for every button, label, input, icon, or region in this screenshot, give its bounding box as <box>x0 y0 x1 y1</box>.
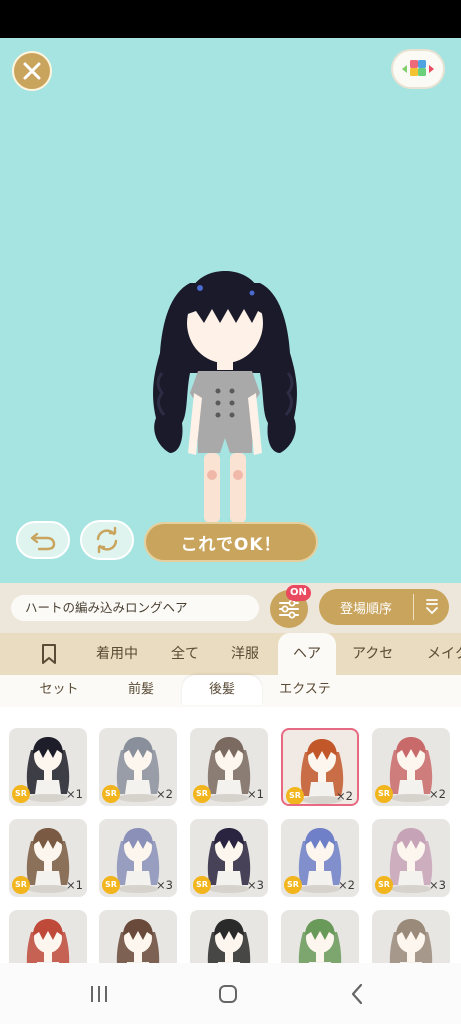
hair-item-card[interactable]: SR ×2 <box>281 819 359 897</box>
owned-count: ×2 <box>429 787 446 801</box>
close-button[interactable] <box>12 51 52 91</box>
rarity-badge: SR <box>286 787 304 804</box>
hair-item-card[interactable]: SR ×3 <box>372 819 450 897</box>
back-button[interactable] <box>343 981 371 1007</box>
owned-count: ×3 <box>156 878 173 892</box>
undo-icon <box>30 532 56 551</box>
refresh-icon <box>96 526 118 554</box>
subtab-back-hair[interactable]: 後髪 <box>182 675 262 705</box>
rarity-badge: SR <box>375 876 393 894</box>
undo-button[interactable] <box>16 521 70 559</box>
hair-preview-image <box>26 919 70 963</box>
owned-count: ×2 <box>336 789 353 803</box>
back-icon <box>351 983 363 1005</box>
hair-item-card[interactable]: SR ×1 <box>9 728 87 806</box>
sliders-icon <box>279 599 299 619</box>
avatar-figure[interactable] <box>140 253 310 528</box>
hair-item-card[interactable]: SR ×1 <box>190 728 268 806</box>
selected-item-name: ハートの編み込みロングヘア <box>11 595 259 621</box>
sort-order-icon[interactable] <box>414 598 449 616</box>
home-button[interactable] <box>214 981 242 1007</box>
avatar-stage: これでOK！ <box>0 38 461 583</box>
hair-item-card[interactable]: SR <box>99 910 177 963</box>
status-bar <box>0 0 461 38</box>
rarity-badge: SR <box>12 785 30 803</box>
hair-item-card[interactable]: SR ×3 <box>99 819 177 897</box>
hair-item-card[interactable]: SR <box>9 910 87 963</box>
rarity-badge: SR <box>102 785 120 803</box>
recent-apps-button[interactable] <box>85 981 113 1007</box>
hair-preview-image <box>116 919 160 963</box>
rarity-badge: SR <box>193 785 211 803</box>
hair-item-card[interactable]: SR <box>281 910 359 963</box>
tab-makeup[interactable]: メイク <box>427 633 461 675</box>
owned-count: ×1 <box>66 878 83 892</box>
tab-all[interactable]: 全て <box>171 633 203 675</box>
rarity-badge: SR <box>193 876 211 894</box>
owned-count: ×3 <box>247 878 264 892</box>
hair-item-card[interactable]: SR ×2 <box>281 728 359 806</box>
subtab-front-hair[interactable]: 前髪 <box>110 675 172 705</box>
tab-hair[interactable]: ヘア <box>278 633 336 675</box>
filter-on-badge: ON <box>286 585 311 601</box>
hair-item-card[interactable]: SR ×2 <box>372 728 450 806</box>
sort-label: 登場順序 <box>339 601 392 617</box>
owned-count: ×1 <box>66 787 83 801</box>
owned-count: ×3 <box>429 878 446 892</box>
rarity-badge: SR <box>375 785 393 803</box>
bookmark-icon[interactable] <box>38 643 60 665</box>
close-icon <box>23 62 41 80</box>
item-grid: SR ×1 SR ×2 SR ×1 SR ×2 SR ×2 SR ×1 SR ×3 SR ×3 SR ×2 SR ×3… <box>0 707 461 963</box>
hair-item-card[interactable]: SR <box>190 910 268 963</box>
background-select-button[interactable] <box>391 49 445 89</box>
system-nav-bar <box>0 963 461 1024</box>
hair-preview-image <box>207 919 251 963</box>
item-info-bar: ハートの編み込みロングヘア ON 登場順序 <box>0 583 461 633</box>
rarity-badge: SR <box>12 876 30 894</box>
hair-preview-image <box>389 919 433 963</box>
hair-item-card[interactable]: SR <box>372 910 450 963</box>
owned-count: ×2 <box>338 878 355 892</box>
rarity-badge: SR <box>102 876 120 894</box>
hair-item-card[interactable]: SR ×2 <box>99 728 177 806</box>
sort-button[interactable]: 登場順序 <box>319 589 449 625</box>
home-icon <box>219 985 237 1003</box>
hair-subtabs: セット 前髪 後髪 エクステ <box>0 675 461 707</box>
hair-preview-image <box>298 919 342 963</box>
subtab-extensions[interactable]: エクステ <box>268 675 342 705</box>
tab-clothes[interactable]: 洋服 <box>231 633 263 675</box>
hair-item-card[interactable]: SR ×1 <box>9 819 87 897</box>
rarity-badge: SR <box>284 876 302 894</box>
category-tabs: 着用中 全て 洋服 ヘア アクセ メイク <box>0 633 461 675</box>
recent-apps-icon <box>91 986 107 1002</box>
tab-wearing[interactable]: 着用中 <box>96 633 142 675</box>
owned-count: ×2 <box>156 787 173 801</box>
rotate-button[interactable] <box>80 520 134 560</box>
subtab-set[interactable]: セット <box>24 675 94 705</box>
color-blocks-icon <box>402 60 434 76</box>
confirm-button[interactable]: これでOK！ <box>144 522 318 562</box>
tab-accessories[interactable]: アクセ <box>352 633 398 675</box>
hair-item-card[interactable]: SR ×3 <box>190 819 268 897</box>
owned-count: ×1 <box>247 787 264 801</box>
